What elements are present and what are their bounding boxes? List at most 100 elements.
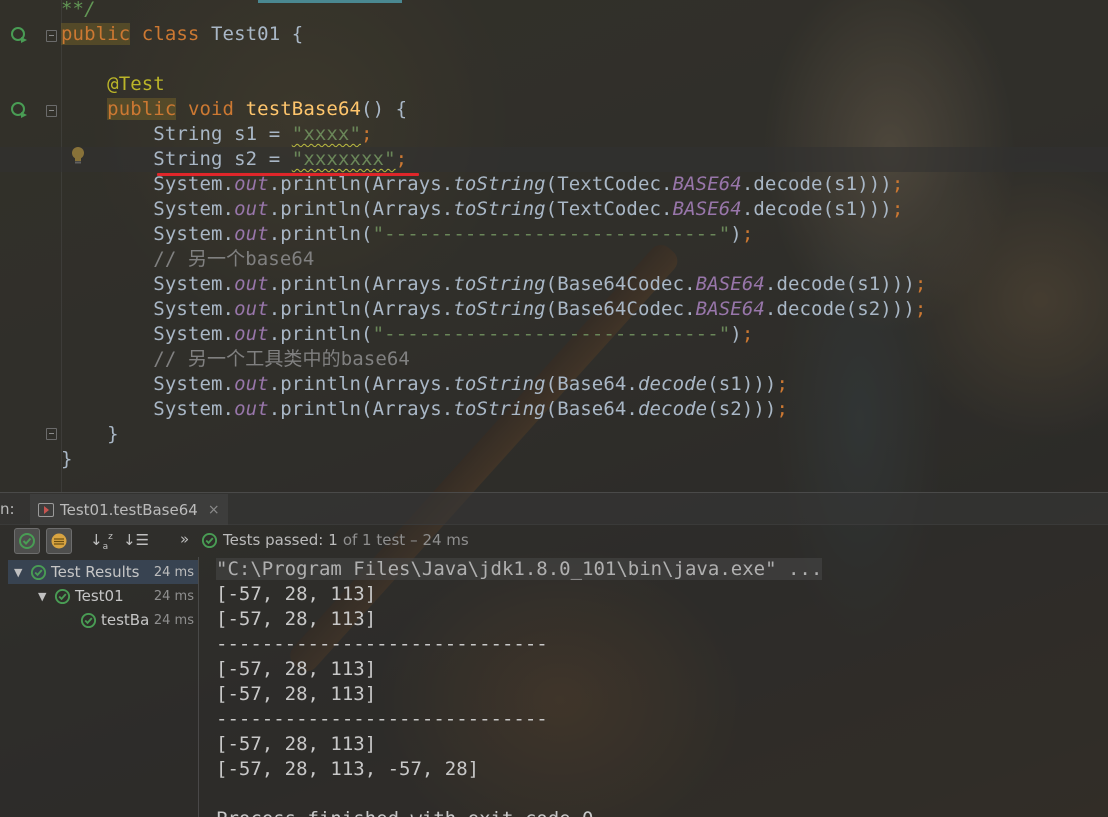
code-token: (s1))) [707,373,777,395]
check-circle-icon [201,532,218,548]
code-line[interactable]: public class Test01 { [61,22,303,47]
code-token: String s1 = [61,123,292,145]
code-token: System. [61,198,235,220]
code-token: .println( [268,323,373,345]
console-line-text: Process finished with exit code 0 [216,808,594,817]
code-token: toString [453,198,546,220]
code-token: **/ [61,0,96,20]
code-line[interactable]: System.out.println(Arrays.toString(Base6… [61,297,926,322]
tree-node-testbase64[interactable]: testBa 24 ms [80,608,198,632]
code-line[interactable]: String s1 = "xxxx"; [61,122,373,147]
console-line-text: [-57, 28, 113] [216,583,377,605]
code-token: out [234,323,269,345]
tree-node-test-results[interactable]: ▼ Test Results 24 ms [8,560,198,584]
run-class-gutter-icon[interactable] [10,26,28,44]
code-token: (Base64Codec. [545,298,696,320]
passed-check-icon [54,588,71,604]
console-line: [-57, 28, 113] [216,732,1096,757]
sort-alphabetically-icon[interactable]: ↓az [90,531,113,552]
active-editor-tab-indicator [258,0,402,3]
red-annotation-underline [157,173,419,176]
close-tab-icon[interactable]: × [208,502,220,518]
code-token: decode [637,373,708,395]
status-count: 1 [328,531,338,549]
code-line[interactable]: } [61,447,73,472]
code-line[interactable]: String s2 = "xxxxxxx"; [0,147,1108,172]
code-line[interactable]: } [61,422,119,447]
code-token: .decode(s1))) [741,173,892,195]
code-token: BASE64 [695,273,765,295]
code-token: .decode(s2))) [764,298,915,320]
code-line[interactable]: // 另一个base64 [61,247,314,272]
tree-node-label: testBa [101,611,150,629]
console-line: Process finished with exit code 0 [216,807,1096,817]
code-line[interactable]: public void testBase64() { [61,97,407,122]
run-config-tab[interactable]: Test01.testBase64 × [30,494,228,525]
code-token: out [234,223,269,245]
run-config-tab-title: Test01.testBase64 [60,500,198,519]
code-token: toString [453,398,546,420]
console-line-text: [-57, 28, 113] [216,683,377,705]
show-ignored-button[interactable] [46,528,72,554]
code-token: .println(Arrays. [268,298,454,320]
code-token: @Test [61,73,165,95]
code-editor[interactable]: **/public class Test01 { @Test public vo… [0,0,1108,492]
code-line[interactable]: System.out.println(Arrays.toString(Base6… [61,397,788,422]
code-token: decode [637,398,708,420]
code-token: ; [914,273,927,295]
code-line[interactable]: System.out.println(Arrays.toString(TextC… [61,197,903,222]
expand-arrow-icon[interactable]: ▼ [38,590,50,603]
sort-by-duration-icon[interactable]: ↓☰ [123,531,149,549]
code-line[interactable]: System.out.println("--------------------… [61,322,753,347]
run-test-gutter-icon[interactable] [10,101,28,119]
console-line-text: ----------------------------- [216,708,548,730]
code-token: toString [453,173,546,195]
console-line-text: "C:\Program Files\Java\jdk1.8.0_101\bin\… [216,558,823,580]
code-line[interactable]: @Test [61,72,165,97]
fold-class-marker[interactable] [46,30,57,42]
code-token: out [234,198,269,220]
code-token: } [61,423,119,445]
code-line[interactable]: System.out.println("--------------------… [61,222,753,247]
code-token: // 另一个base64 [61,248,315,270]
code-line[interactable]: System.out.println(Arrays.toString(Base6… [61,372,788,397]
code-line[interactable]: System.out.println(Arrays.toString(Base6… [61,272,926,297]
console-line: [-57, 28, 113] [216,582,1096,607]
code-token: () { [361,98,408,120]
tree-console-divider[interactable] [198,557,199,817]
console-line-text: [-57, 28, 113] [216,658,377,680]
console-line-text: [-57, 28, 113] [216,733,377,755]
run-toolbar: ↓az ↓☰ » Tests passed: 1 of 1 test – 24 … [0,525,1108,557]
code-token: .println(Arrays. [268,198,454,220]
show-passed-button[interactable] [14,528,40,554]
code-token: BASE64 [672,173,742,195]
more-actions-icon[interactable]: » [180,530,189,548]
code-token: ; [741,223,754,245]
console-output[interactable]: "C:\Program Files\Java\jdk1.8.0_101\bin\… [216,557,1096,817]
run-tool-window: n: Test01.testBase64 × ↓az ↓☰ » Tests pa… [0,492,1108,817]
code-token: .println(Arrays. [268,173,454,195]
tree-node-test01[interactable]: ▼ Test01 24 ms [38,584,198,608]
code-token: .println(Arrays. [268,398,454,420]
code-line[interactable]: // 另一个工具类中的base64 [61,347,410,372]
code-token: out [234,398,269,420]
editor-gutter [0,0,84,492]
console-line-text: ----------------------------- [216,633,548,655]
code-token: "xxxx" [291,123,362,145]
code-token: .println(Arrays. [268,373,454,395]
console-line-text: [-57, 28, 113, -57, 28] [216,758,480,780]
code-token: out [234,298,269,320]
fold-method-end-marker[interactable] [46,428,57,440]
fold-method-marker[interactable] [46,105,57,117]
run-window-label: n: [0,500,15,518]
expand-arrow-icon[interactable]: ▼ [14,566,26,579]
status-of-total: of 1 test [342,531,406,549]
code-line[interactable]: **/ [61,0,96,22]
code-token: .decode(s1))) [741,198,892,220]
code-token: ; [891,173,904,195]
code-token: System. [61,398,235,420]
